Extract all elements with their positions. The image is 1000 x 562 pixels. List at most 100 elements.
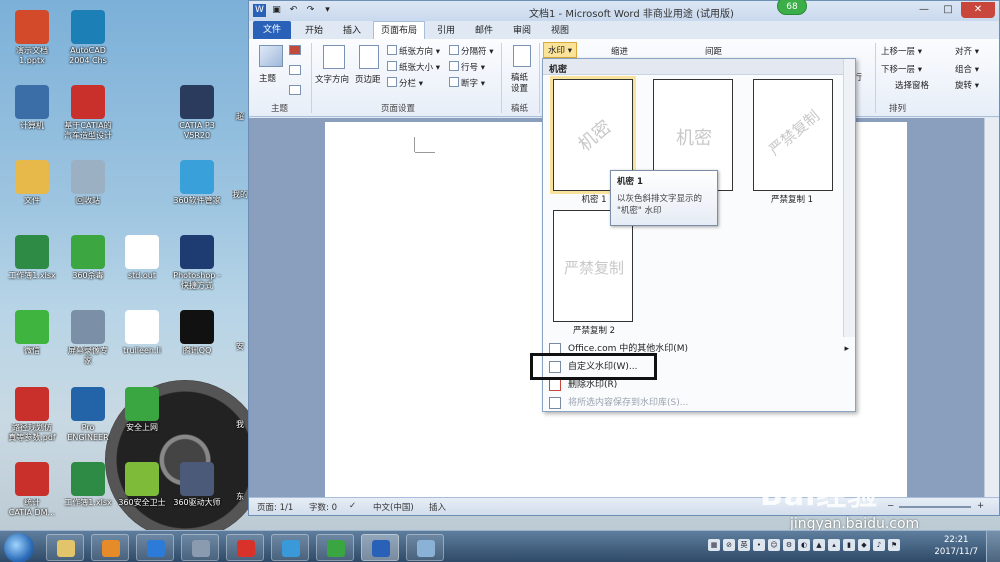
margins-button[interactable]: 页边距 [355,73,381,85]
insert-mode[interactable]: 插入 [429,501,446,513]
taskbar-explorer-button[interactable] [46,534,84,561]
desktop-icon-partial[interactable]: 我的 [232,190,248,200]
desktop-icon[interactable]: 360软件管家 [165,160,229,206]
breaks-button[interactable]: 分隔符 ▾ [461,45,493,57]
tray-icon[interactable]: ▦ [708,539,720,551]
group-button[interactable]: 组合 ▾ [955,63,979,75]
language-status[interactable]: 中文(中国) [373,501,414,513]
desktop-icon-partial[interactable]: 超 [232,112,248,122]
desktop-icon-partial[interactable]: 东 [232,492,248,502]
taskbar-dingtalk-button[interactable] [271,534,309,561]
customize-qat-icon[interactable]: ▾ [321,4,334,17]
tray-icon[interactable]: ☺ [768,539,780,551]
minimize-button[interactable]: — [913,2,935,18]
gallery-scrollbar[interactable] [843,59,855,337]
save-icon[interactable]: ▣ [270,4,283,17]
rotate-button[interactable]: 旋转 ▾ [955,79,979,91]
desktop-icon[interactable]: 统计 CATIA DM... [0,462,64,518]
flag-icon[interactable]: ⚑ [888,539,900,551]
volume-icon[interactable]: ♪ [873,539,885,551]
ime-indicator[interactable]: 英 [738,539,750,551]
maximize-button[interactable]: □ [937,2,959,18]
desktop-icon[interactable]: 演示文档 1.pptx [0,10,64,66]
text-direction-icon[interactable] [323,45,345,69]
watermark-button[interactable]: 水印 ▾ [543,42,577,58]
desktop-icon[interactable]: Photoshop - 快捷方式 [165,235,229,291]
close-button[interactable]: ✕ [961,2,995,18]
clock[interactable]: 22:21 2017/11/7 [934,534,978,558]
taskbar-word-button[interactable] [361,534,399,561]
desktop-icon[interactable]: CATIA P3 V5R20 [165,85,229,141]
desktop-icon[interactable]: AutoCAD 2004 Chs [56,10,120,66]
theme-fonts-icon[interactable] [289,65,301,75]
desktop-icon[interactable]: 腾讯QQ [165,310,229,356]
show-desktop-button[interactable] [986,531,1000,562]
desktop-icon[interactable]: 工作簿1.xlsx [0,235,64,281]
hyphenation-button[interactable]: 断字 ▾ [461,77,485,89]
desktop-icon[interactable]: 360驱动大师 [165,462,229,508]
tray-icon[interactable]: ⚙ [783,539,795,551]
desktop-icon[interactable]: 计算机 [0,85,64,131]
send-backward-button[interactable]: 下移一层 ▾ [881,63,922,75]
themes-button[interactable]: 主题 [259,72,276,84]
zoom-in-button[interactable]: + [977,501,984,511]
theme-effects-icon[interactable] [289,85,301,95]
taskbar-notepad-button[interactable] [181,534,219,561]
proofing-icon[interactable]: ✓ [349,501,356,511]
draft-paper-button[interactable]: 稿纸 设置 [511,73,528,95]
zoom-out-button[interactable]: − [887,501,894,511]
tab-mailings[interactable]: 邮件 [475,23,493,36]
desktop-icon-partial[interactable]: 安 [232,342,248,352]
word-app-icon[interactable]: W [253,4,266,17]
tab-insert[interactable]: 插入 [343,23,361,36]
orientation-button[interactable]: 纸张方向 ▾ [399,45,440,57]
text-direction-button[interactable]: 文字方向 [315,73,349,85]
page-count[interactable]: 页面: 1/1 [257,501,293,513]
tab-view[interactable]: 视图 [551,23,569,36]
desktop-icon[interactable]: 文件 [0,160,64,206]
columns-button[interactable]: 分栏 ▾ [399,77,423,89]
tab-home[interactable]: 开始 [305,23,323,36]
taskbar-media-player-button[interactable] [91,534,129,561]
tray-icon[interactable]: ◐ [798,539,810,551]
start-button[interactable] [4,533,34,562]
themes-icon[interactable] [259,45,283,67]
network-icon[interactable]: ▮ [843,539,855,551]
tray-icon[interactable]: • [753,539,765,551]
explorer-icon [57,540,75,557]
taskbar-record-button[interactable] [226,534,264,561]
desktop-icon-partial[interactable]: 我 [232,420,248,430]
watermark-option-no-copy-1[interactable]: 严禁复制 [753,79,833,191]
vertical-scrollbar[interactable] [984,118,999,498]
selection-pane-button[interactable]: 选择窗格 [895,79,929,91]
tab-page-layout[interactable]: 页面布局 [373,21,426,39]
watermark-option-no-copy-2[interactable]: 严禁复制 [553,210,633,322]
word-count[interactable]: 字数: 0 [309,501,337,513]
redo-icon[interactable]: ↷ [304,4,317,17]
desktop-icon[interactable]: 微信 [0,310,64,356]
notify-badge[interactable]: 68 [777,0,807,15]
line-numbers-button[interactable]: 行号 ▾ [461,61,485,73]
taskbar-k-player-button[interactable] [136,534,174,561]
taskbar-ie-button[interactable] [316,534,354,561]
tray-icon[interactable]: ⊘ [723,539,735,551]
tray-icon[interactable]: ◆ [858,539,870,551]
desktop-icon[interactable]: 安全上网 [110,387,174,433]
desktop-icon[interactable]: 回收站 [56,160,120,206]
tab-references[interactable]: 引用 [437,23,455,36]
desktop-icon[interactable]: 基于CATIA的 汽车造型设计 [56,85,120,141]
tray-icon[interactable]: ▴ [828,539,840,551]
desktop-icon[interactable]: 路径规划仿 真等参数.pdf [0,387,64,443]
undo-icon[interactable]: ↶ [287,4,300,17]
draft-paper-icon[interactable] [513,45,531,67]
size-button[interactable]: 纸张大小 ▾ [399,61,440,73]
tab-file[interactable]: 文件 [253,21,291,39]
zoom-slider[interactable] [899,506,971,508]
theme-colors-icon[interactable] [289,45,301,55]
taskbar-paint-button[interactable] [406,534,444,561]
tab-review[interactable]: 审阅 [513,23,531,36]
bring-forward-button[interactable]: 上移一层 ▾ [881,45,922,57]
margins-icon[interactable] [359,45,379,69]
tray-icon[interactable]: ▲ [813,539,825,551]
align-button[interactable]: 对齐 ▾ [955,45,979,57]
